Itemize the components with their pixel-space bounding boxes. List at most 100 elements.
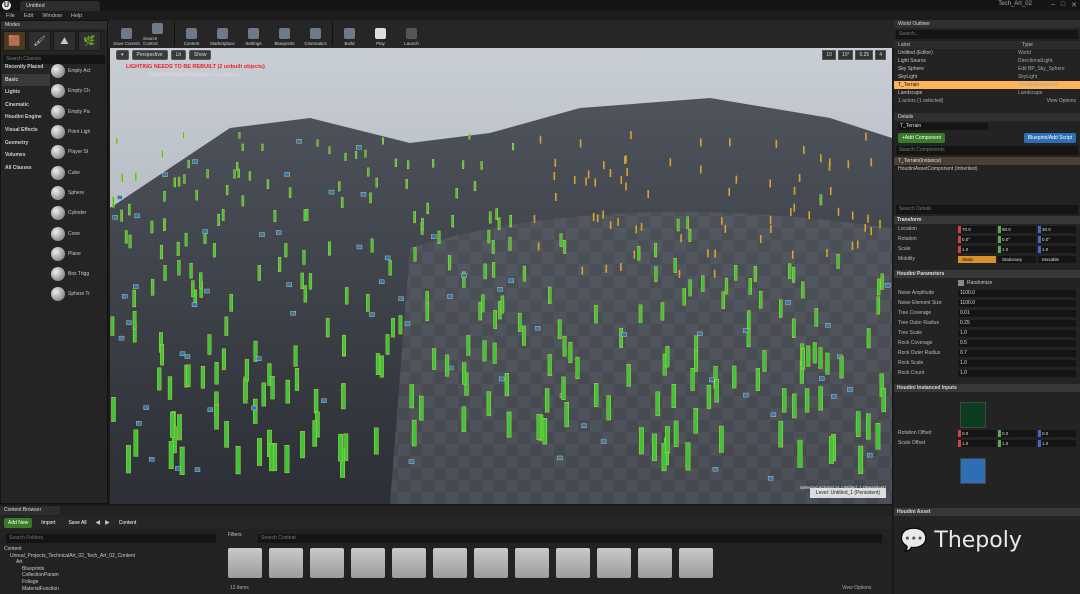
houdini-parameters-section[interactable]: Houdini Parameters — [894, 270, 1080, 278]
outliner-row[interactable]: Light Source DirectionalLight — [894, 57, 1080, 65]
grid-snap-value[interactable]: 10 — [822, 50, 836, 60]
content-browser-tab[interactable]: Content Browser — [0, 506, 60, 515]
folder-tree-item[interactable]: Art — [4, 559, 214, 566]
details-search-input[interactable]: Search Details — [896, 205, 1078, 214]
folder-icon[interactable] — [556, 548, 590, 578]
save-button[interactable]: Save Current — [112, 22, 141, 46]
component-item[interactable]: T_Terrain(Instance) — [894, 157, 1080, 165]
folder-tree-item[interactable]: Blueprints — [4, 566, 214, 573]
camera-speed-value[interactable]: 4 — [875, 50, 886, 60]
blueprints-button[interactable]: Blueprints — [270, 22, 299, 46]
houdini-param-row[interactable]: Noise Amplitude 1100.0 — [894, 288, 1080, 298]
folder-icon[interactable] — [351, 548, 385, 578]
maximize-icon[interactable]: □ — [1061, 1, 1065, 9]
document-tab[interactable]: Untitled — [20, 1, 100, 11]
tree-instance-thumbnail[interactable] — [960, 402, 986, 428]
class-item[interactable]: Empty Pa — [51, 102, 107, 122]
forward-arrow-icon[interactable]: ▶ — [105, 519, 110, 526]
paint-mode-icon[interactable]: 🖌 — [28, 31, 51, 51]
transform-section[interactable]: Transform — [894, 216, 1080, 224]
category-item[interactable]: All Classes — [2, 162, 50, 175]
folder-icon[interactable] — [310, 548, 344, 578]
category-item[interactable]: Cinematic — [2, 99, 50, 112]
outliner-view-options[interactable]: View Options — [1047, 98, 1076, 104]
houdini-asset-section[interactable]: Houdini Asset — [894, 508, 1080, 516]
add-component-button[interactable]: +Add Component — [898, 132, 946, 143]
content-button[interactable]: Content — [177, 22, 206, 46]
show-button[interactable]: Show — [188, 50, 212, 60]
back-arrow-icon[interactable]: ◀ — [96, 519, 101, 526]
menu-edit[interactable]: Edit — [24, 13, 33, 19]
menu-window[interactable]: Window — [42, 13, 62, 19]
class-item[interactable]: Sphere Tr — [51, 284, 107, 304]
rock-instance-thumbnail[interactable] — [960, 458, 986, 484]
folder-tree-item[interactable]: Unreal_Projects_TechnicalArt_02_Tech_Art… — [4, 553, 214, 560]
viewport-menu-button[interactable]: ▾ — [116, 50, 129, 60]
lit-button[interactable]: Lit — [170, 50, 186, 60]
rotation-snap-value[interactable]: 10° — [837, 50, 854, 60]
instanced-inputs-section[interactable]: Houdini Instanced Inputs — [894, 384, 1080, 392]
place-mode-icon[interactable]: 🟫 — [3, 31, 26, 51]
minimize-icon[interactable]: – — [1051, 1, 1055, 9]
component-item[interactable]: HoudiniAssetComponent (Inherited) — [894, 165, 1080, 173]
outliner-row[interactable]: SkyLight SkyLight — [894, 73, 1080, 81]
class-item[interactable]: Empty Ch — [51, 81, 107, 101]
folder-icon[interactable] — [638, 548, 672, 578]
component-search-input[interactable]: Search Components — [896, 146, 1078, 155]
houdini-param-row[interactable]: Rock Count 1.0 — [894, 368, 1080, 378]
actor-name-field[interactable]: T_Terrain — [898, 122, 988, 130]
houdini-param-row[interactable]: Rock Scale 1.0 — [894, 358, 1080, 368]
class-item[interactable]: Plane — [51, 244, 107, 264]
houdini-param-row[interactable]: Tree Scale 1.0 — [894, 328, 1080, 338]
class-item[interactable]: Cylinder — [51, 203, 107, 223]
class-item[interactable]: Cone — [51, 223, 107, 243]
category-item[interactable]: Recently Placed — [2, 61, 50, 74]
folder-icon[interactable] — [269, 548, 303, 578]
class-item[interactable]: Empty Act — [51, 61, 107, 81]
mobility-toggle[interactable]: Static Stationary Movable — [958, 255, 1076, 263]
scale-fields[interactable]: 1.0 1.0 1.0 — [958, 245, 1076, 253]
scale-offset-fields[interactable]: 1.0 1.0 1.0 — [958, 439, 1076, 447]
outliner-row[interactable]: Landscape Landscape — [894, 89, 1080, 97]
rotation-fields[interactable]: 0.0° 0.0° 0.0° — [958, 235, 1076, 243]
location-fields[interactable]: 70.0 90.0 30.0 — [958, 225, 1076, 233]
scale-snap-value[interactable]: 0.25 — [855, 50, 874, 60]
folder-icon[interactable] — [515, 548, 549, 578]
folder-tree-item[interactable]: Content — [4, 546, 214, 553]
houdini-param-row[interactable]: Noise Element Size 1100.0 — [894, 298, 1080, 308]
randomize-checkbox[interactable] — [958, 280, 964, 286]
launch-button[interactable]: Launch — [397, 22, 426, 46]
class-item[interactable]: Point Ligh — [51, 122, 107, 142]
houdini-param-row[interactable]: Tree Outer Radius 0.25 — [894, 318, 1080, 328]
foliage-mode-icon[interactable]: 🌿 — [78, 31, 101, 51]
build-button[interactable]: Build — [335, 22, 364, 46]
folder-icon[interactable] — [392, 548, 426, 578]
outliner-row[interactable]: T_Terrain HoudiniAssetActor — [894, 81, 1080, 89]
marketplace-button[interactable]: Marketplace — [208, 22, 237, 46]
content-view-options[interactable]: View Options — [842, 585, 871, 591]
menu-file[interactable]: File — [6, 13, 15, 19]
category-item[interactable]: Volumes — [2, 149, 50, 162]
outliner-row[interactable]: Untitled (Editor) World — [894, 49, 1080, 57]
outliner-row[interactable]: Sky Sphere Edit BP_Sky_Sphere — [894, 65, 1080, 73]
landscape-mode-icon[interactable]: ⛰ — [53, 31, 76, 51]
folder-icon[interactable] — [433, 548, 467, 578]
folder-tree-item[interactable]: Foliage — [4, 579, 214, 586]
folder-icon[interactable] — [597, 548, 631, 578]
play-button[interactable]: Play — [366, 22, 395, 46]
class-item[interactable]: Sphere — [51, 183, 107, 203]
settings-button[interactable]: Settings — [239, 22, 268, 46]
folder-tree-item[interactable]: CollectionParam — [4, 572, 214, 579]
category-item[interactable]: Basic — [2, 73, 50, 87]
add-new-button[interactable]: Add New — [4, 517, 33, 528]
folder-icon[interactable] — [474, 548, 508, 578]
class-item[interactable]: Cube — [51, 162, 107, 182]
import-button[interactable]: Import — [37, 518, 59, 528]
folder-icon[interactable] — [228, 548, 262, 578]
category-item[interactable]: Houdini Engine — [2, 111, 50, 124]
content-search-input[interactable]: Search Content — [258, 534, 882, 543]
cinematics-button[interactable]: Cinematics — [301, 22, 330, 46]
houdini-param-row[interactable]: Rock Coverage 0.5 — [894, 338, 1080, 348]
houdini-param-row[interactable]: Tree Coverage 0.01 — [894, 308, 1080, 318]
folder-icon[interactable] — [679, 548, 713, 578]
